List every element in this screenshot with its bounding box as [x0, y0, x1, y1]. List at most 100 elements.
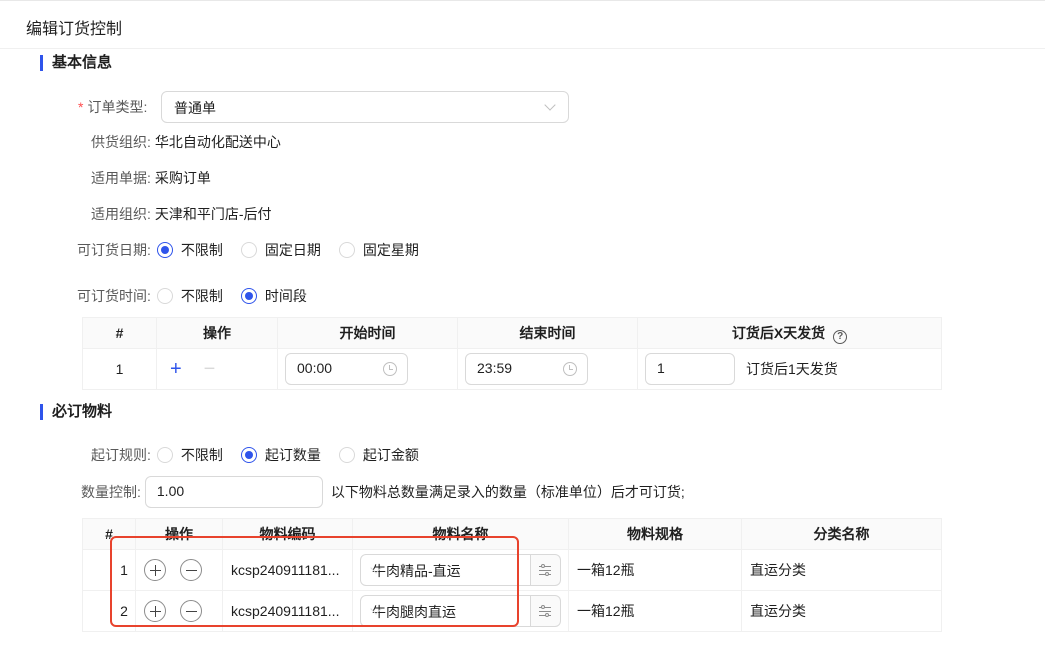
table-row: 2 kcsp240911181... 牛肉腿肉直运 一箱12瓶 直运分类 [82, 590, 942, 632]
radio-rule-quantity[interactable]: 起订数量 [240, 445, 321, 465]
table-header-row: # 操作 开始时间 结束时间 订货后X天发货? [82, 317, 942, 349]
remove-row-button[interactable] [179, 600, 202, 622]
supply-org-value: 华北自动化配送中心 [154, 134, 281, 150]
radio-dot [240, 288, 257, 304]
ship-days-note: 订货后1天发货 [746, 361, 838, 377]
col-end-time: 结束时间 [457, 317, 638, 349]
col-action: 操作 [156, 317, 278, 349]
col-start-time: 开始时间 [277, 317, 458, 349]
material-name-cell: 牛肉腿肉直运 [352, 590, 569, 632]
chevron-down-icon [544, 99, 556, 111]
order-time-radio-group: 不限制 时间段 [156, 286, 325, 306]
time-period-table: # 操作 开始时间 结束时间 订货后X天发货? 1 + − 00:00 23:5… [82, 317, 942, 390]
filter-settings-button[interactable] [531, 595, 561, 627]
col-ship-days-label: 订货后X天发货 [731, 324, 826, 341]
category-name-cell: 直运分类 [741, 549, 942, 591]
row-actions [135, 590, 223, 632]
qty-control-row: 数量控制: 1.00 以下物料总数量满足录入的数量（标准单位）后才可订货; [81, 476, 685, 508]
col-index: # [82, 317, 157, 349]
col-material-name: 物料名称 [352, 518, 569, 550]
start-time-value: 00:00 [297, 360, 333, 376]
material-code-cell: kcsp240911181... [222, 549, 353, 591]
radio-time-unlimited[interactable]: 不限制 [156, 286, 223, 306]
applicable-org-label: 适用组织: [91, 206, 151, 222]
radio-time-period[interactable]: 时间段 [240, 286, 307, 306]
applicable-doc-value: 采购订单 [154, 170, 211, 186]
min-order-rule-label: 起订规则: [91, 447, 151, 463]
ship-days-input[interactable]: 1 [645, 353, 735, 385]
start-time-input[interactable]: 00:00 [285, 353, 408, 385]
radio-label: 固定星期 [362, 242, 419, 258]
radio-label: 起订数量 [264, 447, 321, 463]
ship-days-cell: 1 订货后1天发货 [637, 348, 942, 390]
col-index: # [82, 518, 136, 550]
col-material-code: 物料编码 [222, 518, 353, 550]
radio-date-unlimited[interactable]: 不限制 [156, 240, 223, 260]
ship-days-value: 1 [657, 360, 665, 376]
end-time-cell: 23:59 [457, 348, 638, 390]
start-time-cell: 00:00 [277, 348, 458, 390]
material-spec-cell: 一箱12瓶 [568, 549, 742, 591]
radio-label: 时间段 [264, 288, 307, 304]
radio-date-weekday[interactable]: 固定星期 [338, 240, 419, 260]
applicable-doc-row: 适用单据: 采购订单 [91, 166, 211, 190]
order-date-row: 可订货日期: 不限制 固定日期 固定星期 [77, 238, 437, 262]
applicable-doc-label: 适用单据: [91, 170, 151, 186]
radio-dot [240, 242, 257, 258]
section-title-required: 必订物料 [40, 403, 112, 421]
row-index: 1 [82, 348, 157, 390]
applicable-org-row: 适用组织: 天津和平门店-后付 [91, 202, 272, 226]
row-index: 1 [82, 549, 136, 591]
material-table: # 操作 物料编码 物料名称 物料规格 分类名称 1 kcsp240911181… [82, 518, 942, 632]
radio-date-fixed[interactable]: 固定日期 [240, 240, 321, 260]
ship-days-wrap: 1 订货后1天发货 [645, 353, 941, 385]
row-actions [135, 549, 223, 591]
order-type-value: 普通单 [174, 100, 216, 116]
radio-dot [338, 447, 355, 463]
supply-org-label: 供货组织: [91, 134, 151, 150]
col-ship-days: 订货后X天发货? [637, 317, 942, 349]
add-row-button[interactable] [144, 559, 166, 581]
radio-rule-unlimited[interactable]: 不限制 [156, 445, 223, 465]
material-name-value: 牛肉腿肉直运 [372, 604, 456, 620]
remove-row-button[interactable] [179, 559, 202, 581]
question-circle-icon[interactable]: ? [833, 329, 848, 344]
qty-control-hint: 以下物料总数量满足录入的数量（标准单位）后才可订货; [330, 484, 685, 500]
radio-dot [156, 288, 173, 304]
min-order-rule-radio-group: 不限制 起订数量 起订金额 [156, 445, 437, 465]
material-code-cell: kcsp240911181... [222, 590, 353, 632]
radio-dot [240, 447, 257, 463]
material-spec-cell: 一箱12瓶 [568, 590, 742, 632]
required-mark: * [78, 99, 84, 115]
applicable-org-value: 天津和平门店-后付 [154, 206, 272, 222]
section-title-basic: 基本信息 [40, 54, 112, 72]
table-row: 1 kcsp240911181... 牛肉精品-直运 一箱12瓶 直运分类 [82, 549, 942, 591]
title-bar: 编辑订货控制 [0, 1, 1045, 49]
clock-icon [563, 362, 577, 376]
add-row-button[interactable]: + [170, 358, 182, 380]
row-index: 2 [82, 590, 136, 632]
material-name-select[interactable]: 牛肉腿肉直运 [360, 595, 531, 627]
radio-label: 不限制 [180, 242, 223, 258]
col-material-spec: 物料规格 [568, 518, 742, 550]
end-time-input[interactable]: 23:59 [465, 353, 588, 385]
qty-control-input[interactable]: 1.00 [144, 476, 323, 508]
material-name-cell: 牛肉精品-直运 [352, 549, 569, 591]
radio-label: 起订金额 [362, 447, 419, 463]
order-date-radio-group: 不限制 固定日期 固定星期 [156, 240, 437, 260]
row-actions: + − [156, 348, 278, 390]
order-type-select[interactable]: 普通单 [161, 91, 569, 123]
order-date-label: 可订货日期: [77, 242, 151, 258]
order-time-label: 可订货时间: [77, 288, 151, 304]
qty-control-label: 数量控制: [81, 484, 141, 500]
add-row-button[interactable] [144, 600, 166, 622]
material-name-value: 牛肉精品-直运 [372, 563, 461, 579]
order-type-row: * 订单类型: [78, 95, 147, 119]
remove-row-button[interactable]: − [204, 358, 216, 380]
page: 编辑订货控制 基本信息 * 订单类型: 普通单 供货组织: 华北自动化配送中心 … [0, 0, 1045, 648]
radio-rule-amount[interactable]: 起订金额 [338, 445, 419, 465]
material-name-select[interactable]: 牛肉精品-直运 [360, 554, 531, 586]
radio-dot [156, 242, 173, 258]
radio-dot [338, 242, 355, 258]
filter-settings-button[interactable] [531, 554, 561, 586]
